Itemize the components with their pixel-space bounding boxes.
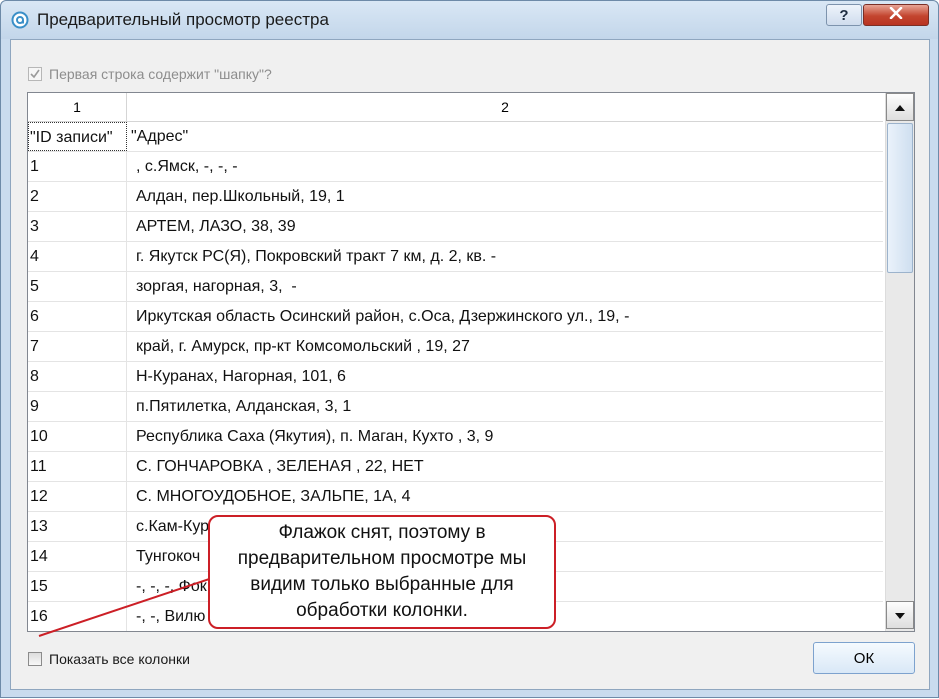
annotation-callout: Флажок снят, поэтому в предварительном п… [208, 515, 556, 629]
callout-line-4: обработки колонки. [296, 600, 468, 621]
cell-address[interactable]: г. Якутск РС(Я), Покровский тракт 7 км, … [127, 242, 883, 271]
table-row[interactable]: 3 АРТЕМ, ЛАЗО, 38, 39 [28, 212, 883, 242]
window-title: Предварительный просмотр реестра [37, 10, 329, 29]
close-icon [889, 6, 903, 24]
cell-address[interactable]: зоргая, нагорная, 3, - [127, 272, 883, 301]
close-button[interactable] [863, 4, 929, 26]
table-row[interactable]: 7 край, г. Амурск, пр-кт Комсомольский ,… [28, 332, 883, 362]
grid-header: 1 2 [28, 93, 883, 122]
cell-id[interactable]: 1 [28, 152, 127, 181]
cell-id[interactable]: 3 [28, 212, 127, 241]
arrow-up-icon [895, 98, 905, 116]
cell-address[interactable]: Алдан, пер.Школьный, 19, 1 [127, 182, 883, 211]
title-bar[interactable]: Предварительный просмотр реестра ? [1, 1, 938, 39]
table-row[interactable]: 2 Алдан, пер.Школьный, 19, 1 [28, 182, 883, 212]
checkbox-unchecked-icon[interactable] [28, 652, 42, 666]
table-row[interactable]: 11 С. ГОНЧАРОВКА , ЗЕЛЕНАЯ , 22, НЕТ [28, 452, 883, 482]
cell-address[interactable]: "Адрес" [127, 122, 883, 151]
cell-address[interactable]: С. МНОГОУДОБНОЕ, ЗАЛЬПЕ, 1А, 4 [127, 482, 883, 511]
cell-id[interactable]: 5 [28, 272, 127, 301]
vertical-scrollbar[interactable] [885, 93, 914, 631]
callout-line-3: видим только выбранные для [250, 574, 514, 595]
cell-address[interactable]: Иркутская область Осинский район, с.Оса,… [127, 302, 883, 331]
table-row[interactable]: 1 , с.Ямск, -, -, - [28, 152, 883, 182]
cell-id[interactable]: 6 [28, 302, 127, 331]
table-row[interactable]: 4 г. Якутск РС(Я), Покровский тракт 7 км… [28, 242, 883, 272]
scroll-up-button[interactable] [886, 93, 914, 121]
help-button[interactable]: ? [826, 4, 862, 26]
table-row[interactable]: 12 С. МНОГОУДОБНОЕ, ЗАЛЬПЕ, 1А, 4 [28, 482, 883, 512]
cell-address[interactable]: С. ГОНЧАРОВКА , ЗЕЛЕНАЯ , 22, НЕТ [127, 452, 883, 481]
table-row[interactable]: 10 Республика Саха (Якутия), п. Маган, К… [28, 422, 883, 452]
cell-id[interactable]: 8 [28, 362, 127, 391]
cell-address[interactable]: АРТЕМ, ЛАЗО, 38, 39 [127, 212, 883, 241]
dialog-window: Предварительный просмотр реестра ? Перва… [0, 0, 939, 698]
column-header-2[interactable]: 2 [127, 93, 883, 121]
show-all-columns-checkbox[interactable]: Показать все колонки [28, 650, 190, 668]
cell-id[interactable]: 2 [28, 182, 127, 211]
cell-id[interactable]: 16 [28, 602, 127, 631]
header-checkbox-label: Первая строка содержит "шапку"? [49, 66, 272, 82]
help-icon: ? [839, 6, 849, 24]
scroll-thumb[interactable] [887, 123, 913, 273]
table-row[interactable]: 6 Иркутская область Осинский район, с.Ос… [28, 302, 883, 332]
checkbox-checked-icon[interactable] [28, 67, 42, 81]
callout-line-1: Флажок снят, поэтому в [278, 522, 486, 543]
table-row[interactable]: 9 п.Пятилетка, Алданская, 3, 1 [28, 392, 883, 422]
cell-id[interactable]: 15 [28, 572, 127, 601]
cell-id[interactable]: 10 [28, 422, 127, 451]
cell-address[interactable]: край, г. Амурск, пр-кт Комсомольский , 1… [127, 332, 883, 361]
app-logo-icon [11, 11, 29, 29]
cell-id[interactable]: 12 [28, 482, 127, 511]
cell-id[interactable]: 14 [28, 542, 127, 571]
table-row[interactable]: 8 Н-Куранах, Нагорная, 101, 6 [28, 362, 883, 392]
ok-button[interactable]: ОК [813, 642, 915, 674]
header-row-checkbox[interactable]: Первая строка содержит "шапку"? [28, 65, 272, 83]
cell-address[interactable]: п.Пятилетка, Алданская, 3, 1 [127, 392, 883, 421]
callout-line-2: предварительном просмотре мы [237, 548, 527, 569]
scroll-down-button[interactable] [886, 601, 914, 629]
show-all-columns-label: Показать все колонки [49, 651, 190, 667]
cell-address[interactable]: Н-Куранах, Нагорная, 101, 6 [127, 362, 883, 391]
cell-id[interactable]: 13 [28, 512, 127, 541]
cell-address[interactable]: , с.Ямск, -, -, - [127, 152, 883, 181]
arrow-down-icon [895, 606, 905, 624]
cell-id[interactable]: 11 [28, 452, 127, 481]
table-row[interactable]: "ID записи" "Адрес" [28, 122, 883, 152]
cell-id[interactable]: 9 [28, 392, 127, 421]
cell-address[interactable]: Республика Саха (Якутия), п. Маган, Кухт… [127, 422, 883, 451]
column-header-1[interactable]: 1 [28, 93, 127, 121]
cell-id[interactable]: 7 [28, 332, 127, 361]
cell-id[interactable]: 4 [28, 242, 127, 271]
cell-id[interactable]: "ID записи" [28, 122, 127, 151]
table-row[interactable]: 5 зоргая, нагорная, 3, - [28, 272, 883, 302]
